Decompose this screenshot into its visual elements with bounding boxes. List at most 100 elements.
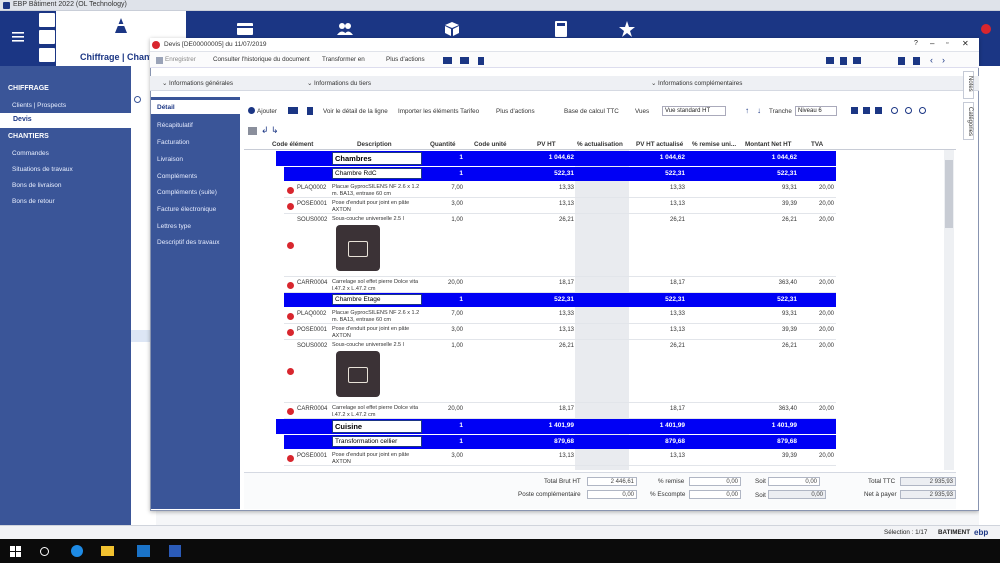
- calculator-icon[interactable]: [552, 20, 570, 38]
- paste-icon[interactable]: [875, 107, 882, 114]
- mail-icon[interactable]: [853, 57, 861, 64]
- col-description[interactable]: Description: [357, 141, 392, 148]
- col-pv-ht[interactable]: PV HT: [537, 141, 556, 148]
- sidebar-item-bons-retour[interactable]: Bons de retour: [12, 198, 55, 205]
- help-icon[interactable]: ?: [914, 40, 918, 47]
- view-select[interactable]: Vue standard HT: [662, 106, 726, 116]
- table-row[interactable]: PLAQ0002 Placue GyprocSILENS NF 2.6 x 1.2…: [244, 182, 944, 198]
- total-brut-field[interactable]: 2 446,61: [587, 477, 637, 486]
- print-icon[interactable]: [826, 57, 834, 64]
- menu-button[interactable]: [0, 11, 35, 66]
- tab-livraison[interactable]: Livraison: [157, 156, 183, 163]
- add-button[interactable]: Ajouter: [257, 108, 277, 115]
- star-icon[interactable]: [618, 20, 636, 38]
- previous-icon[interactable]: ‹: [930, 55, 933, 65]
- search-icon[interactable]: [40, 547, 49, 556]
- notification-icon[interactable]: [981, 24, 991, 34]
- users-icon[interactable]: [336, 20, 354, 38]
- import-tarifeo-button[interactable]: Importer les éléments Tarifeo: [398, 108, 479, 115]
- zoom-out-icon[interactable]: [919, 107, 926, 114]
- tab-lettres-type[interactable]: Lettres type: [157, 223, 191, 230]
- refresh-icon[interactable]: [134, 96, 141, 103]
- next-icon[interactable]: ›: [942, 55, 945, 65]
- cut-icon[interactable]: [851, 107, 858, 114]
- table-row[interactable]: POSE0001 Pose d'enduit pour joint en pâte…: [244, 198, 944, 214]
- sidebar-item-commandes[interactable]: Commandes: [12, 150, 49, 157]
- map-icon[interactable]: [443, 57, 452, 64]
- col-code-unite[interactable]: Code unité: [474, 141, 507, 148]
- grid-settings-icon[interactable]: [248, 127, 257, 135]
- categories-tab[interactable]: Catégories: [963, 102, 974, 140]
- col-pv-actualise[interactable]: PV HT actualisé: [636, 141, 683, 148]
- copy-line-icon[interactable]: [863, 107, 870, 114]
- word-icon[interactable]: [169, 545, 181, 557]
- table-row[interactable]: PLAQ0002 Placue GyprocSILENS NF 2.6 x 1.2…: [244, 308, 944, 324]
- col-montant-net[interactable]: Montant Net HT: [745, 141, 792, 148]
- table-row[interactable]: POSE0001 Pose d'enduit pour joint en pâte…: [244, 450, 944, 466]
- col-code-element[interactable]: Code élément: [272, 141, 313, 148]
- card-icon[interactable]: [236, 20, 254, 38]
- arrow-down-icon[interactable]: ↓: [757, 106, 761, 115]
- tab-complements[interactable]: Compléments: [157, 173, 197, 180]
- table-row[interactable]: CARR0004 Carrelage sol effet pierre Dolce…: [244, 277, 944, 293]
- section-complementaires[interactable]: ⌄ Informations complémentaires: [651, 80, 742, 87]
- sidebar-item-bons-livraison[interactable]: Bons de livraison: [12, 182, 62, 189]
- save-icon[interactable]: [156, 57, 163, 64]
- more-actions-button[interactable]: Plus d'actions: [386, 56, 425, 63]
- outlook-icon[interactable]: [137, 545, 150, 557]
- section-row[interactable]: Chambre RdC 1 522,31 522,31 522,31: [244, 167, 944, 182]
- zoom-in-icon[interactable]: [905, 107, 912, 114]
- col-actualisation[interactable]: % actualisation: [577, 141, 623, 148]
- home-icon[interactable]: [39, 13, 55, 27]
- car-icon[interactable]: [460, 57, 469, 64]
- save-button[interactable]: Enregistrer: [165, 56, 196, 63]
- remise-field[interactable]: 0,00: [689, 477, 741, 486]
- tab-complements-suite[interactable]: Compléments (suite): [157, 189, 217, 196]
- tab-descriptif[interactable]: Descriptif des travaux: [157, 239, 220, 246]
- search-icon[interactable]: [891, 107, 898, 114]
- phone-icon[interactable]: [478, 57, 484, 65]
- delete-line-icon[interactable]: [307, 107, 313, 115]
- table-row[interactable]: SOUS0002 Sous-couche universelle 2.5 l 1,0…: [244, 340, 944, 403]
- pdf-icon[interactable]: [840, 57, 847, 65]
- section-row[interactable]: Transformation cellier 1 879,68 879,68 879,6…: [244, 435, 944, 450]
- close-icon[interactable]: ✕: [962, 39, 969, 48]
- delete-icon[interactable]: [913, 57, 920, 65]
- box-icon[interactable]: [443, 20, 461, 38]
- table-row[interactable]: SOUS0002 Sous-couche universelle 2.5 l 1,0…: [244, 214, 944, 277]
- undo-icon[interactable]: ↲: [261, 125, 269, 136]
- col-quantite[interactable]: Quantité: [430, 141, 456, 148]
- windows-start-icon[interactable]: [10, 546, 21, 557]
- tab-facturation[interactable]: Facturation: [157, 139, 190, 146]
- calc-base-button[interactable]: Base de calcul TTC: [564, 108, 619, 115]
- print-icon[interactable]: [39, 48, 55, 62]
- tab-facture-electronique[interactable]: Facture électronique: [157, 206, 216, 213]
- tranche-select[interactable]: Niveau 6: [795, 106, 837, 116]
- col-remise[interactable]: % remise uni...: [692, 141, 736, 148]
- grid-more-actions-button[interactable]: Plus d'actions: [496, 108, 535, 115]
- history-button[interactable]: Consulter l'historique du document: [213, 56, 310, 63]
- soit-remise-field[interactable]: 0,00: [768, 477, 820, 486]
- minimize-icon[interactable]: –: [930, 39, 934, 48]
- arrow-up-icon[interactable]: ↑: [745, 106, 749, 115]
- notes-tab[interactable]: Notes: [963, 71, 974, 99]
- edge-icon[interactable]: [71, 545, 83, 557]
- copy-icon[interactable]: [898, 57, 905, 65]
- sidebar-item-situations[interactable]: Situations de travaux: [12, 166, 73, 173]
- col-tva[interactable]: TVA: [811, 141, 823, 148]
- notebook-icon[interactable]: [39, 30, 55, 44]
- section-general[interactable]: ⌄ Informations générales: [162, 80, 233, 87]
- insert-icon[interactable]: [288, 107, 298, 114]
- poste-field[interactable]: 0,00: [587, 490, 637, 499]
- table-row[interactable]: CARR0004 Carrelage sol effet pierre Dolce…: [244, 403, 944, 419]
- section-row[interactable]: Chambre Etage 1 522,31 522,31 522,31: [244, 293, 944, 308]
- tab-recapitulatif[interactable]: Récapitulatif: [157, 122, 193, 129]
- maximize-icon[interactable]: ▫: [946, 40, 948, 47]
- escompte-field[interactable]: 0,00: [689, 490, 741, 499]
- view-detail-button[interactable]: Voir le détail de la ligne: [323, 108, 388, 115]
- redo-icon[interactable]: ↳: [271, 125, 279, 136]
- table-row[interactable]: POSE0001 Pose d'enduit pour joint en pâte…: [244, 324, 944, 340]
- section-row[interactable]: Cuisine 1 1 401,99 1 401,99 1 401,99: [244, 419, 944, 435]
- transform-button[interactable]: Transformer en: [322, 56, 365, 63]
- section-row[interactable]: Chambres 1 1 044,62 1 044,62 1 044,62: [244, 151, 944, 167]
